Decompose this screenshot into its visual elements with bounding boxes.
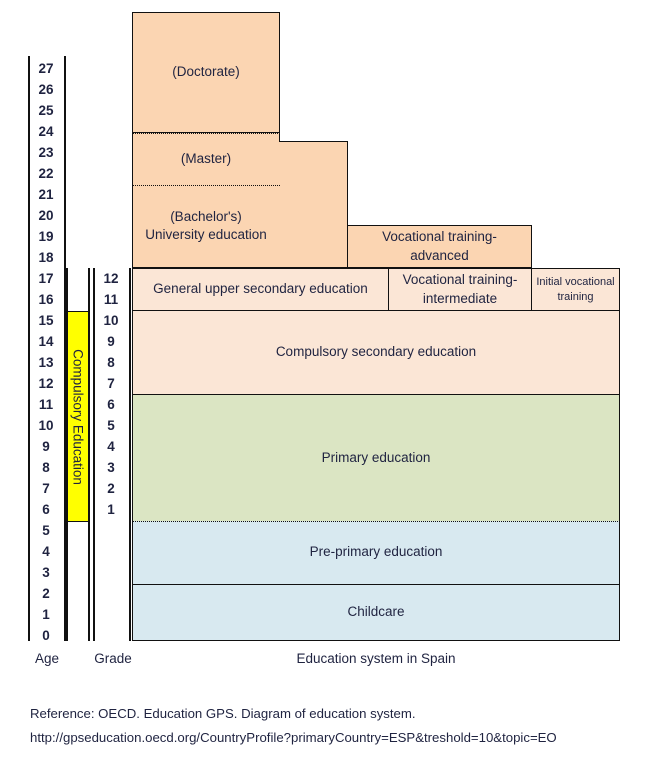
age-tick: 13 (38, 355, 54, 370)
block-label: General upper secondary education (153, 281, 368, 297)
block-label: (Bachelor's) University education (145, 208, 267, 244)
block-label: Vocational training- advanced (382, 228, 497, 264)
age-tick: 19 (38, 229, 54, 244)
block-vocational-training-intermediate: Vocational training- intermediate (388, 268, 532, 311)
block-label: (Doctorate) (172, 64, 240, 80)
block-label-line1: (Bachelor's) (170, 208, 242, 224)
compulsory-column-line-right (88, 268, 90, 641)
age-tick: 14 (38, 334, 54, 349)
block-label: Childcare (347, 604, 405, 620)
age-tick: 6 (42, 502, 50, 517)
grade-tick: 4 (107, 439, 115, 454)
grade-axis-caption: Grade (94, 651, 132, 666)
age-tick: 2 (42, 586, 50, 601)
block-label: Vocational training- intermediate (403, 271, 518, 307)
age-tick: 20 (38, 208, 54, 223)
grade-tick: 2 (107, 481, 115, 496)
block-label-line2: training (557, 290, 594, 303)
age-tick: 5 (42, 523, 50, 538)
age-tick: 1 (42, 607, 50, 622)
block-label: Primary education (321, 449, 431, 465)
age-tick: 9 (42, 439, 50, 454)
block-label-line2: advanced (410, 247, 469, 263)
block-label: (Master) (180, 150, 232, 166)
block-vocational-training-advanced: Vocational training- advanced (347, 225, 532, 268)
block-doctorate: (Doctorate) (132, 12, 280, 133)
age-tick: 24 (38, 124, 54, 139)
block-bachelors-university-extension (279, 141, 348, 268)
block-label-line2: University education (145, 227, 267, 242)
age-tick: 23 (38, 145, 54, 160)
compulsory-column-line-left (66, 268, 68, 641)
block-bachelors-university: (Bachelor's) University education (132, 185, 280, 268)
grade-tick: 12 (103, 271, 119, 286)
compulsory-education-label: Compulsory Education (70, 348, 85, 485)
grade-tick: 11 (103, 292, 119, 307)
block-compulsory-secondary-education: Compulsory secondary education (132, 310, 620, 395)
age-tick: 8 (42, 460, 50, 475)
block-primary-education: Primary education (132, 394, 620, 522)
age-tick: 7 (42, 481, 50, 496)
age-tick: 10 (38, 418, 54, 433)
grade-tick: 8 (107, 355, 115, 370)
block-label-line2: intermediate (422, 290, 498, 306)
grade-axis-line-right (129, 268, 131, 641)
grade-tick: 9 (107, 334, 115, 349)
block-label-line1: Vocational training- (402, 272, 518, 288)
age-tick: 0 (42, 628, 50, 643)
reference-url[interactable]: http://gpseducation.oecd.org/CountryProf… (30, 730, 557, 745)
age-tick: 3 (42, 565, 50, 580)
block-label: Initial vocational training (536, 275, 614, 305)
reference-line-1: Reference: OECD. Education GPS. Diagram … (30, 706, 416, 721)
age-tick: 26 (38, 82, 54, 97)
age-tick: 27 (38, 61, 54, 76)
age-axis-caption: Age (34, 651, 60, 666)
block-initial-vocational-training: Initial vocational training (531, 268, 620, 311)
block-master: (Master) (132, 133, 280, 185)
age-tick: 21 (38, 187, 54, 202)
grade-tick: 1 (107, 502, 115, 517)
diagram-title: Education system in Spain (296, 651, 456, 666)
compulsory-education-bar: Compulsory Education (66, 311, 89, 522)
block-label-line1: Initial vocational (536, 275, 615, 288)
block-label-line1: Vocational training- (382, 229, 497, 245)
age-tick: 12 (38, 376, 54, 391)
age-tick: 16 (38, 292, 54, 307)
block-childcare: Childcare (132, 584, 620, 641)
grade-tick: 10 (103, 313, 119, 328)
block-label: Pre-primary education (309, 544, 443, 560)
primary-preprimary-separator (133, 521, 620, 522)
grade-tick: 6 (107, 397, 115, 412)
grade-tick: 5 (107, 418, 115, 433)
education-system-diagram: 27 26 25 24 23 22 21 20 19 18 17 16 15 1… (0, 0, 659, 762)
age-tick: 18 (38, 250, 54, 265)
block-pre-primary-education: Pre-primary education (132, 521, 620, 585)
age-tick: 25 (38, 103, 54, 118)
grade-tick: 7 (107, 376, 115, 391)
age-tick: 17 (38, 271, 54, 286)
block-label: Compulsory secondary education (275, 344, 477, 360)
doctorate-master-separator (133, 133, 280, 134)
age-tick: 4 (42, 544, 50, 559)
age-tick: 11 (38, 397, 54, 412)
block-general-upper-secondary-education: General upper secondary education (132, 268, 389, 311)
master-bachelors-separator (133, 185, 280, 186)
age-tick: 22 (38, 166, 54, 181)
age-tick: 15 (38, 313, 54, 328)
grade-tick: 3 (107, 460, 115, 475)
